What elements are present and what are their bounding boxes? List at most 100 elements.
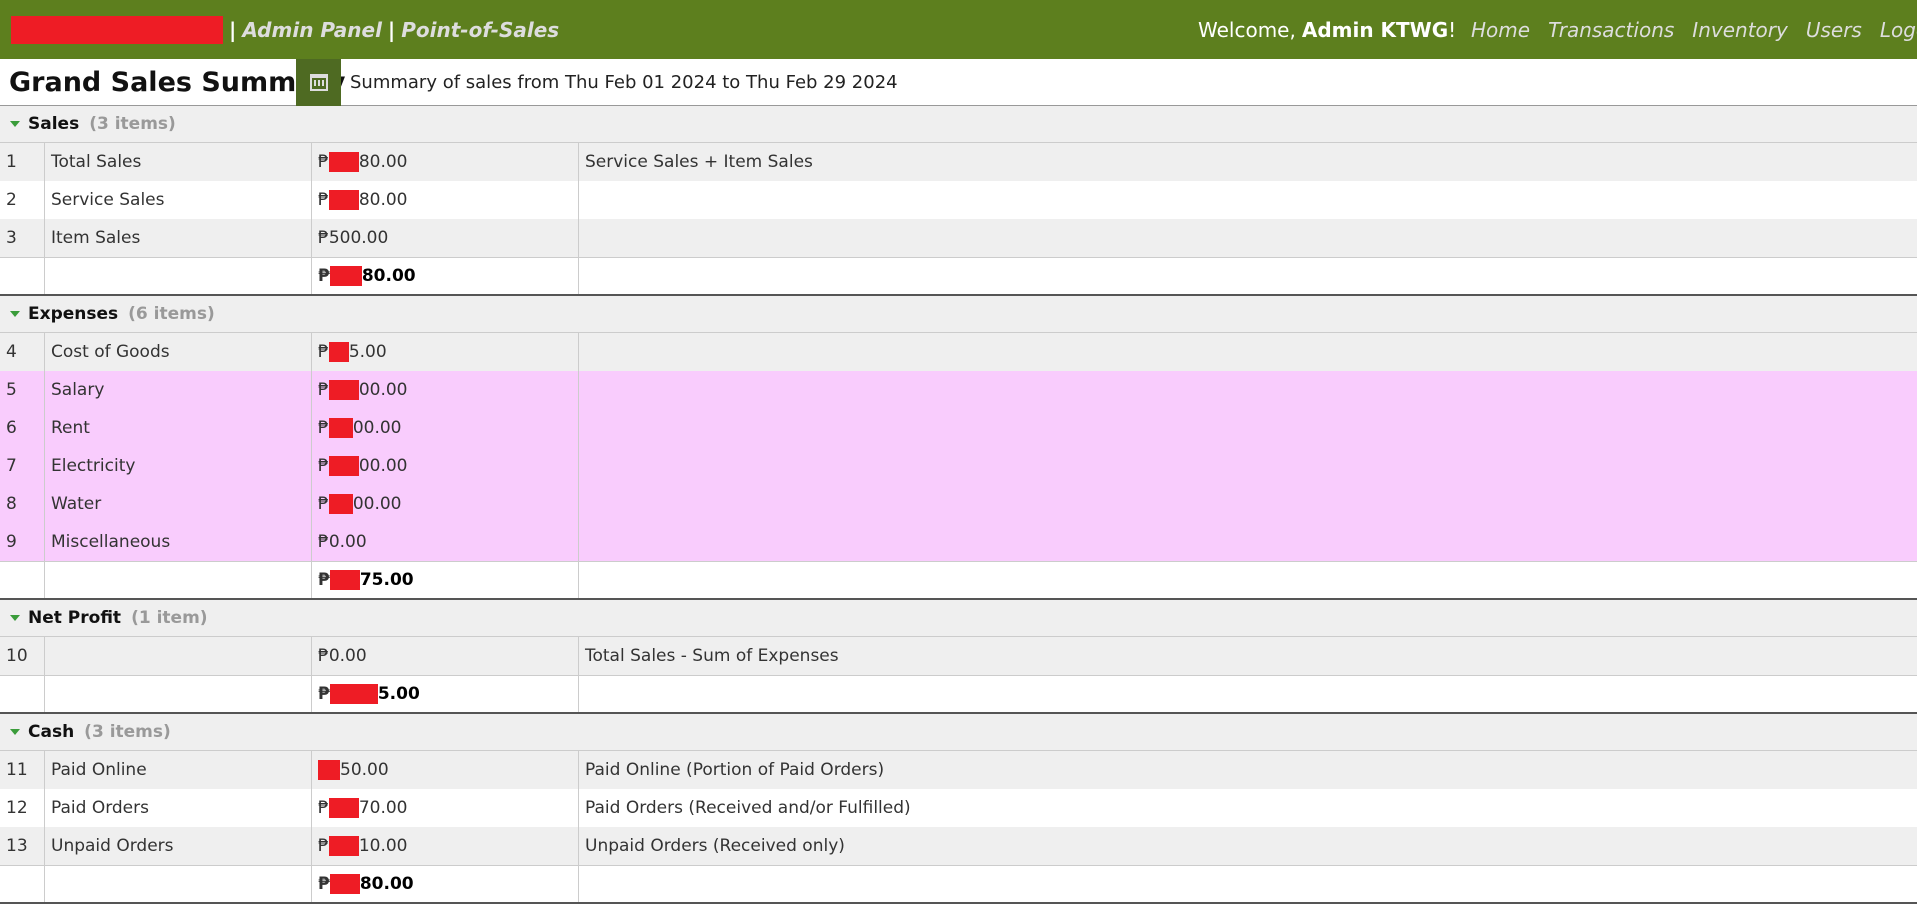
amount-suffix: 00.00 — [358, 456, 408, 476]
amount-redacted — [328, 494, 353, 514]
amount-prefix: ₱500.00 — [318, 228, 389, 248]
group-header-content: Net Profit (1 item) — [0, 600, 208, 636]
welcome-message: Welcome, Admin KTWG ! — [1198, 0, 1456, 59]
date-range-summary: Summary of sales from Thu Feb 01 2024 to… — [350, 72, 898, 93]
row-note: Paid Orders (Received and/or Fulfilled) — [585, 798, 911, 818]
row-note — [579, 181, 1917, 219]
total-note-empty — [579, 866, 1917, 902]
amount-redacted — [318, 760, 340, 780]
row-amount: ₱0.00 — [312, 523, 579, 561]
group-total-amount: ₱ 5.00 — [312, 676, 579, 712]
amount-suffix: 5.00 — [377, 684, 420, 704]
row-label: Service Sales — [45, 181, 312, 219]
table-row: 1 Total Sales ₱ 80.00 Service Sales + Item S… — [0, 143, 1917, 181]
row-amount: ₱ 80.00 — [312, 181, 579, 219]
amount-redacted — [329, 266, 362, 286]
row-amount: ₱ 70.00 — [312, 789, 579, 827]
expand-arrow-icon[interactable] — [10, 729, 20, 735]
group-total-amount: ₱ 80.00 — [312, 258, 579, 294]
amount-prefix: ₱ — [318, 874, 330, 894]
row-label: Cost of Goods — [45, 333, 312, 371]
group-header-expenses[interactable]: Expenses (6 items) — [0, 296, 1917, 333]
total-number-empty — [0, 866, 45, 902]
amount-redacted — [328, 418, 353, 438]
row-note — [579, 333, 1917, 371]
row-number: 9 — [0, 523, 45, 561]
amount-prefix: ₱ — [318, 494, 329, 514]
row-label: Rent — [45, 409, 312, 447]
row-amount: ₱ 00.00 — [312, 485, 579, 523]
row-amount: ₱500.00 — [312, 219, 579, 257]
row-amount: ₱ 10.00 — [312, 827, 579, 865]
row-label: Salary — [45, 371, 312, 409]
table-row: 5 Salary ₱ 00.00 — [0, 371, 1917, 409]
nav-users[interactable]: Users — [1806, 18, 1862, 42]
expand-arrow-icon[interactable] — [10, 311, 20, 317]
main-nav: Home Transactions Inventory Users Logout — [1471, 0, 1917, 59]
table-row: 7 Electricity ₱ 00.00 — [0, 447, 1917, 485]
summary-grid: Sales (3 items) 1 Total Sales ₱ 80.00 Service … — [0, 106, 1917, 904]
calendar-icon — [309, 74, 328, 91]
amount-redacted — [328, 342, 349, 362]
amount-prefix: ₱ — [318, 684, 330, 704]
total-label-empty — [45, 562, 312, 598]
amount-prefix: ₱0.00 — [318, 532, 367, 552]
row-note — [579, 523, 1917, 561]
amount-prefix: ₱ — [318, 798, 329, 818]
group-header-cash[interactable]: Cash (3 items) — [0, 714, 1917, 751]
amount-prefix: ₱0.00 — [318, 646, 367, 666]
welcome-suffix: ! — [1448, 17, 1457, 42]
row-note: Unpaid Orders (Received only) — [585, 836, 845, 856]
amount-suffix: 80.00 — [358, 190, 408, 210]
nav-inventory[interactable]: Inventory — [1692, 18, 1788, 42]
row-amount: ₱ 00.00 — [312, 409, 579, 447]
total-label-empty — [45, 258, 312, 294]
group-header-net-profit[interactable]: Net Profit (1 item) — [0, 600, 1917, 637]
table-row: 2 Service Sales ₱ 80.00 — [0, 181, 1917, 219]
row-note — [579, 371, 1917, 409]
row-note — [579, 219, 1917, 257]
table-row: 4 Cost of Goods ₱ 5.00 — [0, 333, 1917, 371]
group-header-sales[interactable]: Sales (3 items) — [0, 106, 1917, 143]
table-row: 6 Rent ₱ 00.00 — [0, 409, 1917, 447]
group-header-content: Sales (3 items) — [0, 106, 176, 142]
amount-suffix: 00.00 — [352, 494, 402, 514]
amount-redacted — [328, 380, 359, 400]
row-label: Total Sales — [45, 143, 312, 181]
row-number: 7 — [0, 447, 45, 485]
total-note-empty — [579, 676, 1917, 712]
row-number: 13 — [0, 827, 45, 865]
table-row: 12 Paid Orders ₱ 70.00 Paid Orders (Received… — [0, 789, 1917, 827]
group-total-row: ₱ 75.00 — [0, 561, 1917, 600]
amount-prefix: ₱ — [318, 456, 329, 476]
total-label-empty — [45, 866, 312, 902]
amount-redacted — [329, 874, 360, 894]
row-amount: 50.00 — [312, 751, 579, 789]
group-total-amount: ₱ 75.00 — [312, 562, 579, 598]
row-amount: ₱ 80.00 — [312, 143, 579, 181]
row-note — [579, 447, 1917, 485]
amount-suffix: 80.00 — [361, 266, 416, 286]
nav-transactions[interactable]: Transactions — [1548, 18, 1674, 42]
row-note: Paid Online (Portion of Paid Orders) — [585, 760, 885, 780]
row-label: Electricity — [45, 447, 312, 485]
amount-redacted — [328, 836, 359, 856]
row-number: 12 — [0, 789, 45, 827]
nav-logout[interactable]: Logout — [1880, 18, 1917, 42]
group-header-content: Expenses (6 items) — [0, 296, 215, 332]
group-count: (3 items) — [89, 114, 176, 134]
date-range-button[interactable] — [296, 59, 341, 106]
amount-prefix: ₱ — [318, 418, 329, 438]
amount-suffix: 10.00 — [358, 836, 408, 856]
total-number-empty — [0, 676, 45, 712]
row-number: 1 — [0, 143, 45, 181]
row-label: Unpaid Orders — [45, 827, 312, 865]
row-number: 8 — [0, 485, 45, 523]
nav-home[interactable]: Home — [1471, 18, 1530, 42]
expand-arrow-icon[interactable] — [10, 615, 20, 621]
expand-arrow-icon[interactable] — [10, 121, 20, 127]
total-note-empty — [579, 258, 1917, 294]
brand-pos: Point-of-Sales — [401, 17, 560, 42]
row-amount: ₱ 00.00 — [312, 371, 579, 409]
group-name: Expenses — [28, 304, 119, 324]
